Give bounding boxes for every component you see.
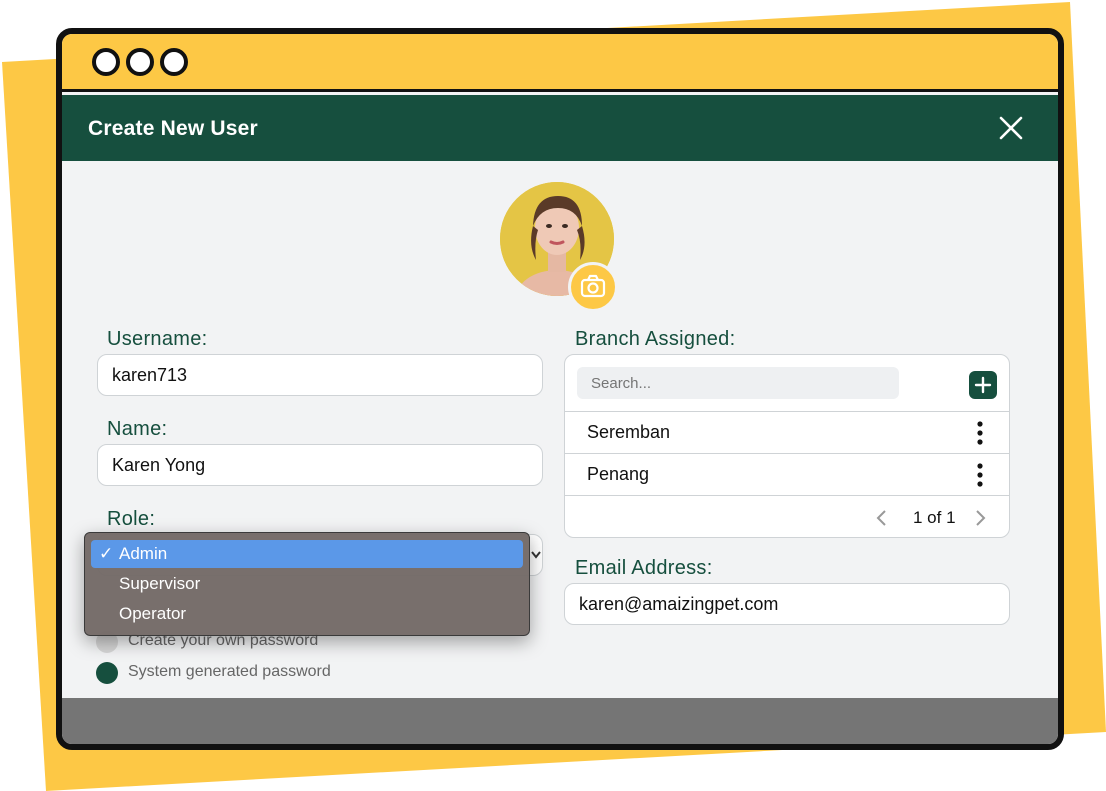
username-label: Username: [107, 328, 208, 350]
radio-system-password[interactable] [96, 662, 118, 684]
dialog-header: Create New User [62, 95, 1058, 161]
page-indicator: 1 of 1 [913, 508, 956, 527]
branch-name: Penang [587, 464, 650, 484]
check-icon: ✓ [99, 544, 114, 563]
branch-search-input[interactable] [577, 367, 899, 399]
add-branch-button[interactable] [969, 371, 997, 399]
system-password-label: System generated password [128, 663, 331, 680]
role-label: Role: [107, 508, 156, 530]
more-options-icon[interactable] [975, 462, 985, 488]
window-control-dot[interactable] [92, 48, 120, 76]
window-titlebar [62, 34, 1058, 92]
email-input[interactable]: karen@amaizingpet.com [564, 583, 1010, 625]
chevron-left-icon[interactable] [875, 509, 889, 527]
dialog-footer [62, 698, 1058, 744]
option-label: Admin [119, 544, 168, 563]
more-options-icon[interactable] [975, 420, 985, 446]
window-control-dot[interactable] [160, 48, 188, 76]
option-label: Operator [119, 604, 187, 623]
branch-label: Branch Assigned: [575, 328, 736, 350]
role-option-supervisor[interactable]: Supervisor [91, 570, 523, 598]
username-input[interactable]: karen713 [97, 354, 543, 396]
name-label: Name: [107, 418, 168, 440]
option-label: Supervisor [119, 574, 201, 593]
dialog-title: Create New User [88, 117, 258, 140]
name-input[interactable]: Karen Yong [97, 444, 543, 486]
branch-list: Seremban Penang 1 of 1 [564, 354, 1010, 538]
email-label: Email Address: [575, 557, 713, 579]
close-icon[interactable] [996, 113, 1026, 143]
chevron-right-icon[interactable] [973, 509, 987, 527]
list-item[interactable]: Penang [565, 453, 1009, 495]
app-window: Create New User Username: karen713 Name: [56, 28, 1064, 750]
role-option-operator[interactable]: Operator [91, 600, 523, 628]
list-item[interactable]: Seremban [565, 411, 1009, 453]
role-option-admin[interactable]: ✓ Admin [91, 540, 523, 568]
plus-icon [974, 376, 992, 394]
change-photo-button[interactable] [568, 262, 618, 312]
role-dropdown-menu: ✓ Admin Supervisor Operator [84, 532, 530, 636]
pagination: 1 of 1 [565, 495, 1009, 539]
camera-icon [580, 274, 606, 298]
chevron-down-icon [531, 551, 541, 559]
window-control-dot[interactable] [126, 48, 154, 76]
branch-name: Seremban [587, 422, 671, 442]
